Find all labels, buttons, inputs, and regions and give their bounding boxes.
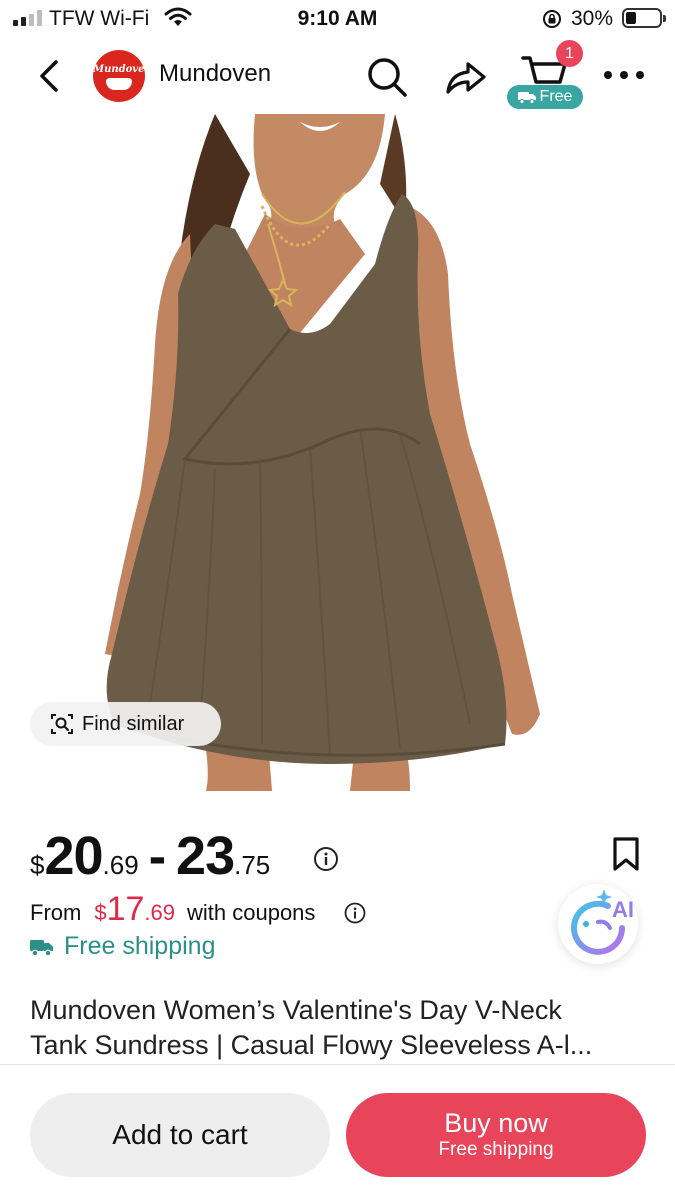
- shop-name[interactable]: Mundoven: [159, 60, 271, 88]
- coupon-price: From $ 17 .69 with coupons: [30, 890, 316, 928]
- free-shipping-label: Free shipping: [64, 932, 216, 960]
- back-icon[interactable]: [30, 54, 70, 98]
- bookmark-icon[interactable]: [611, 836, 641, 872]
- share-icon[interactable]: [442, 54, 488, 100]
- visual-search-icon: [51, 714, 73, 734]
- truck-icon: [517, 92, 536, 104]
- product-image[interactable]: [0, 114, 675, 791]
- ai-assistant-button[interactable]: AI: [558, 884, 638, 964]
- more-icon[interactable]: [604, 62, 644, 88]
- free-shipping-pill: Free: [507, 85, 583, 109]
- find-similar-button[interactable]: Find similar: [30, 702, 221, 746]
- battery-percent: 30%: [571, 7, 614, 30]
- orientation-lock-icon: [543, 10, 561, 28]
- battery-icon: [622, 8, 666, 28]
- product-title-line-1: Mundoven Women’s Valentine's Day V-Neck: [30, 995, 562, 1025]
- add-to-cart-button[interactable]: Add to cart: [30, 1093, 330, 1177]
- nav-bar: Mundoven Mundoven 1 Free: [0, 40, 675, 112]
- price-range: $ 20 .69 - 23 .75: [30, 826, 271, 886]
- buy-now-button[interactable]: Buy now Free shipping: [346, 1093, 646, 1177]
- product-title[interactable]: Mundoven Women’s Valentine's Day V-Neck …: [30, 993, 650, 1063]
- find-similar-label: Find similar: [82, 712, 185, 735]
- buy-now-sublabel: Free shipping: [438, 1139, 554, 1160]
- coupon-info-icon[interactable]: [344, 902, 366, 924]
- product-title-line-2: Tank Sundress | Casual Flowy Sleeveless …: [30, 1030, 593, 1060]
- free-shipping-row[interactable]: Free shipping: [30, 932, 215, 961]
- status-bar: TFW Wi-Fi 9:10 AM 30%: [0, 0, 675, 38]
- shop-logo[interactable]: Mundoven: [93, 50, 145, 102]
- price-info-icon[interactable]: [313, 846, 339, 872]
- ai-label: AI: [612, 897, 634, 922]
- cart-count-badge: 1: [556, 40, 583, 67]
- logo-wordmark: Mundoven: [93, 64, 145, 75]
- search-icon[interactable]: [364, 54, 410, 100]
- buy-now-label: Buy now: [444, 1108, 548, 1138]
- free-pill-label: Free: [539, 88, 573, 105]
- truck-icon: [30, 939, 53, 956]
- bottom-bar-divider: [0, 1064, 675, 1065]
